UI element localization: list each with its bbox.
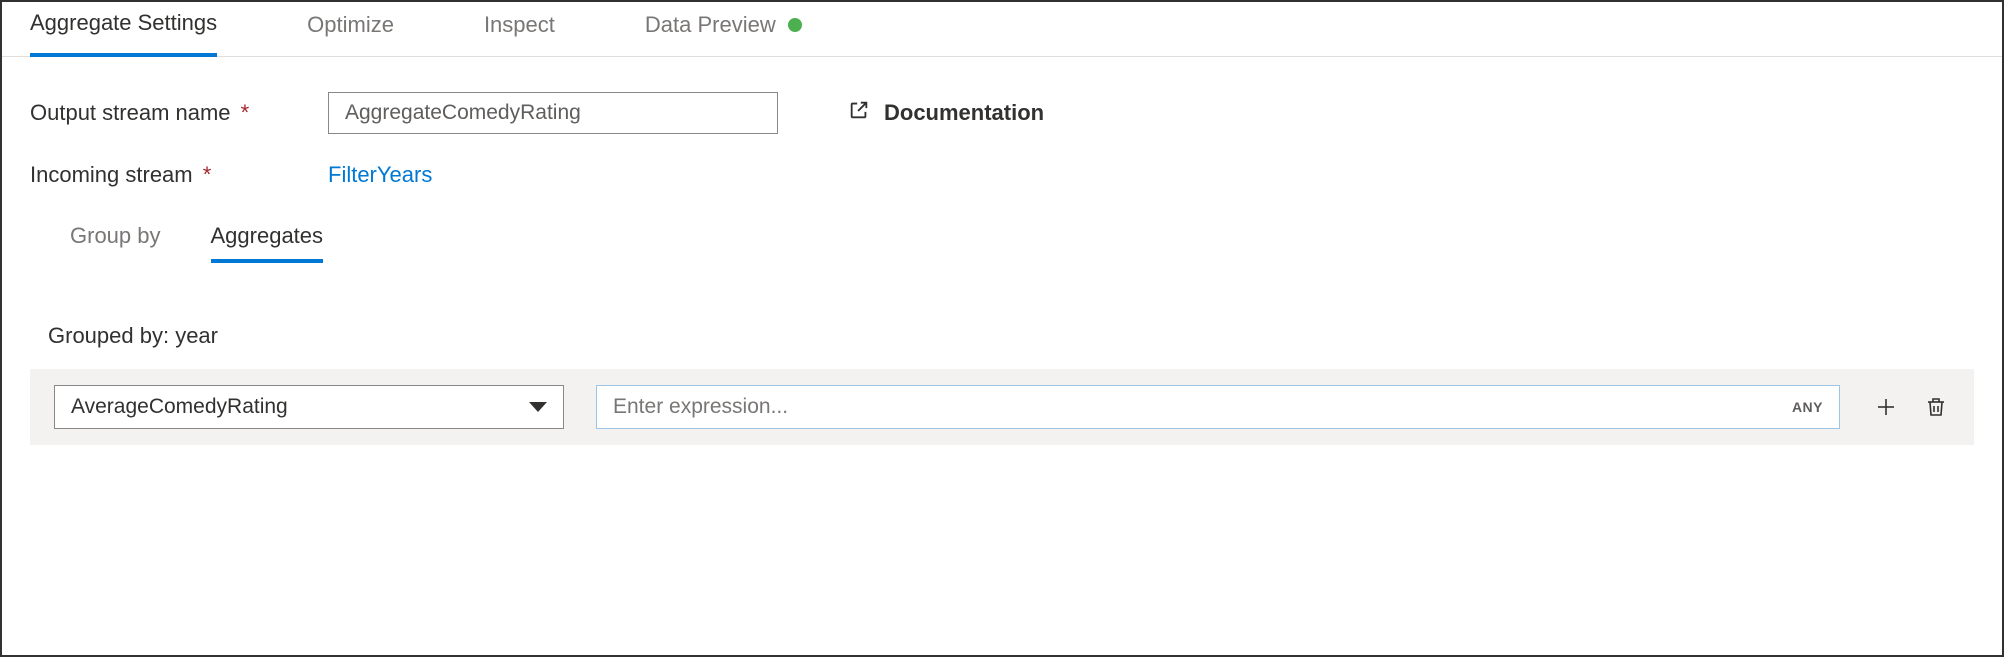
sub-tab-aggregates[interactable]: Aggregates	[211, 223, 324, 263]
sub-tab-group-by[interactable]: Group by	[70, 223, 161, 263]
trash-icon	[1924, 395, 1948, 419]
content-area: Output stream name * Documentation Incom…	[2, 57, 2002, 445]
label-text: Output stream name	[30, 100, 231, 125]
expression-input[interactable]: Enter expression... ANY	[596, 385, 1840, 429]
label-text: Incoming stream	[30, 162, 193, 187]
top-tab-bar: Aggregate Settings Optimize Inspect Data…	[2, 2, 2002, 57]
add-button[interactable]	[1872, 393, 1900, 421]
grouped-by-label: Grouped by: year	[48, 323, 1974, 349]
row-actions	[1872, 393, 1950, 421]
output-stream-name-input[interactable]	[328, 92, 778, 134]
tab-label: Optimize	[307, 12, 394, 38]
tab-label: Data Preview	[645, 12, 776, 38]
tab-inspect[interactable]: Inspect	[484, 2, 555, 57]
tab-optimize[interactable]: Optimize	[307, 2, 394, 57]
tab-label: Inspect	[484, 12, 555, 38]
chevron-down-icon	[529, 402, 547, 412]
aggregate-row: AverageComedyRating Enter expression... …	[30, 369, 1974, 445]
tab-label: Aggregate Settings	[30, 10, 217, 36]
aggregate-column-select[interactable]: AverageComedyRating	[54, 385, 564, 429]
tab-data-preview[interactable]: Data Preview	[645, 2, 802, 57]
delete-button[interactable]	[1922, 393, 1950, 421]
type-badge: ANY	[1792, 399, 1823, 415]
status-dot-icon	[788, 18, 802, 32]
column-select-value: AverageComedyRating	[71, 395, 288, 419]
required-asterisk: *	[241, 100, 250, 125]
incoming-stream-value[interactable]: FilterYears	[328, 162, 432, 188]
sub-tab-label: Aggregates	[211, 223, 324, 248]
external-link-icon	[848, 99, 870, 127]
aggregate-settings-panel: Aggregate Settings Optimize Inspect Data…	[0, 0, 2004, 657]
incoming-stream-label: Incoming stream *	[30, 162, 328, 188]
incoming-stream-row: Incoming stream * FilterYears	[30, 162, 1974, 188]
sub-tab-label: Group by	[70, 223, 161, 248]
sub-tab-bar: Group by Aggregates	[70, 223, 1974, 263]
output-stream-row: Output stream name * Documentation	[30, 92, 1974, 134]
plus-icon	[1874, 395, 1898, 419]
expression-placeholder: Enter expression...	[613, 395, 788, 419]
tab-aggregate-settings[interactable]: Aggregate Settings	[30, 2, 217, 57]
documentation-text: Documentation	[884, 100, 1044, 126]
required-asterisk: *	[203, 162, 212, 187]
documentation-link[interactable]: Documentation	[848, 99, 1044, 127]
output-stream-label: Output stream name *	[30, 100, 328, 126]
